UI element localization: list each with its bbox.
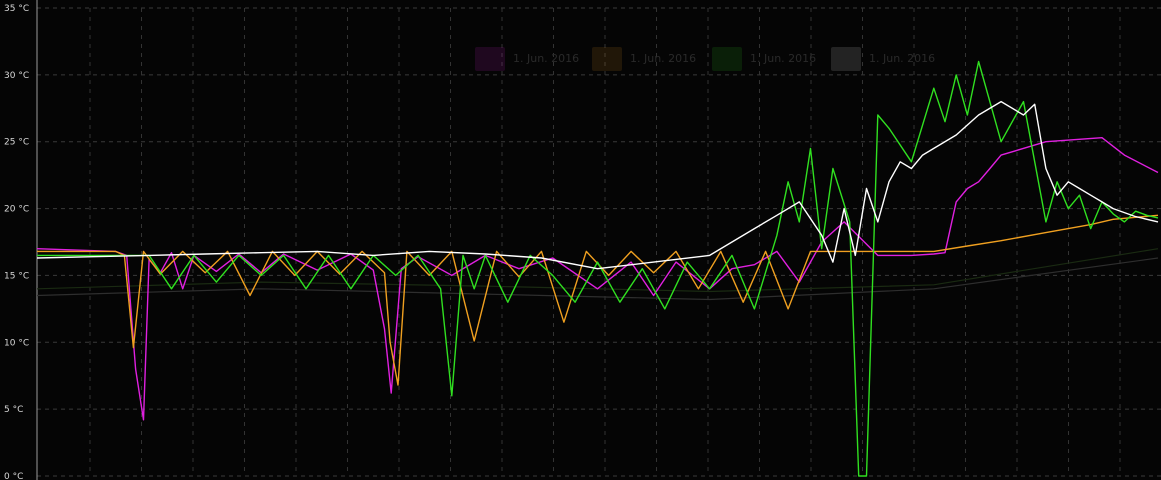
- y-tick-label: 20 °C: [4, 205, 29, 215]
- legend-swatch[interactable]: [592, 47, 622, 71]
- chart-background: [0, 0, 1161, 480]
- legend-label[interactable]: 1. Jun. 2016: [869, 52, 935, 65]
- y-tick-label: 30 °C: [4, 71, 29, 81]
- y-tick-label: 5 °C: [4, 405, 23, 415]
- legend-label[interactable]: 1. Jun. 2016: [750, 52, 816, 65]
- y-tick-label: 25 °C: [4, 138, 29, 148]
- legend-swatch[interactable]: [831, 47, 861, 71]
- legend-label[interactable]: 1. Jun. 2016: [630, 52, 696, 65]
- y-tick-label: 10 °C: [4, 338, 29, 348]
- legend-swatch[interactable]: [712, 47, 742, 71]
- y-tick-label: 0 °C: [4, 472, 23, 480]
- y-tick-label: 35 °C: [4, 4, 29, 14]
- y-tick-label: 15 °C: [4, 271, 29, 281]
- temperature-chart: 35 °C 30 °C 25 °C 20 °C 15 °C 10 °C 5 °C 0 °C 1…: [0, 0, 1161, 480]
- legend-swatch[interactable]: [475, 47, 505, 71]
- legend-label[interactable]: 1. Jun. 2016: [513, 52, 579, 65]
